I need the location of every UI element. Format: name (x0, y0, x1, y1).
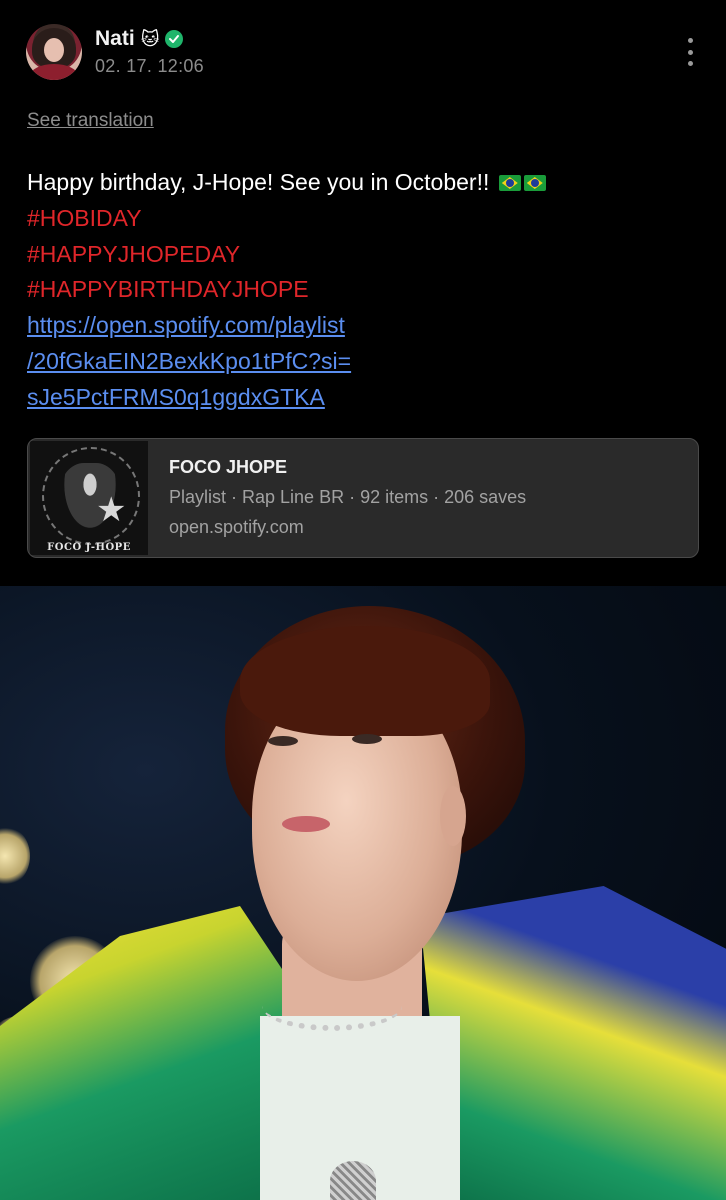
see-translation-link[interactable]: See translation (27, 110, 154, 132)
url-link[interactable]: sJe5PctFRMS0q1ggdxGTKA (27, 380, 707, 416)
hashtag-link[interactable]: #HOBIDAY (27, 201, 707, 237)
thumbnail-label: FOCO J-HOPE (47, 542, 131, 553)
hashtag-link[interactable]: #HAPPYBIRTHDAYJHOPE (27, 272, 707, 308)
playlist-thumbnail: ★ FOCO J-HOPE (30, 441, 148, 555)
url-link[interactable]: https://open.spotify.com/playlist (27, 308, 707, 344)
hashtag-link[interactable]: #HAPPYJHOPEDAY (27, 237, 707, 273)
flag-drape-right (420, 886, 726, 1200)
post-message: Happy birthday, J-Hope! See you in Octob… (27, 169, 490, 195)
verified-check-icon (165, 30, 184, 48)
avatar-shirt (30, 64, 78, 80)
microphone (330, 1161, 376, 1200)
author-name[interactable]: Nati (95, 27, 135, 51)
post-timestamp: 02. 17. 12:06 (95, 56, 204, 76)
eye (352, 734, 382, 744)
ear (440, 786, 466, 846)
post-image[interactable] (0, 586, 726, 1200)
post-header: Nati 🐱 02. 17. 12:06 (0, 0, 726, 100)
link-card-subtitle: Playlist · Rap Line BR · 92 items · 206 … (169, 487, 527, 507)
url-link[interactable]: /20fGkaEIN2BexkKpo1tPfC?si= (27, 344, 707, 380)
cat-emoji-icon: 🐱 (140, 29, 160, 49)
link-card-title: FOCO JHOPE (169, 457, 288, 477)
more-options-icon[interactable] (682, 38, 698, 66)
necklace (262, 981, 402, 1031)
name-row: Nati 🐱 (95, 27, 184, 51)
eye (268, 736, 298, 746)
avatar-face (44, 38, 64, 62)
link-card-domain: open.spotify.com (169, 517, 304, 537)
link-preview-card[interactable]: ★ FOCO J-HOPE FOCO JHOPE Playlist · Rap … (27, 438, 699, 558)
hair-fringe (240, 626, 490, 736)
avatar[interactable] (26, 24, 82, 80)
post-body: Happy birthday, J-Hope! See you in Octob… (27, 165, 707, 416)
star-icon: ★ (96, 491, 127, 529)
brazil-flag-icon (496, 169, 546, 195)
mouth (282, 816, 330, 832)
post-text-line: Happy birthday, J-Hope! See you in Octob… (27, 165, 707, 201)
bokeh-light (0, 826, 30, 886)
